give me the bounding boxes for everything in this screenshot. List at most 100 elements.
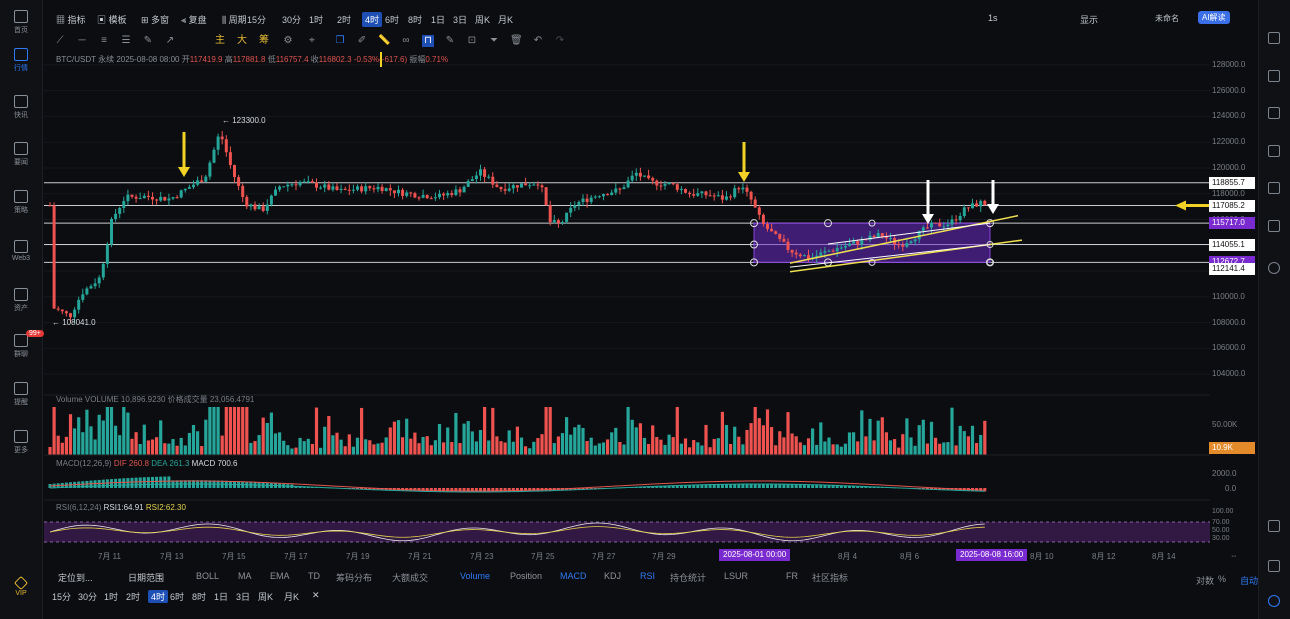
rail-item-0[interactable]: 首页 xyxy=(0,10,42,35)
period-option[interactable]: 4时 xyxy=(148,590,169,603)
target-icon[interactable] xyxy=(1268,262,1280,274)
magnet-tool-icon[interactable]: ⊓ xyxy=(422,35,434,47)
scale-option[interactable]: 自动 xyxy=(1240,574,1258,587)
period-option[interactable]: 6时 xyxy=(170,590,184,603)
period-option[interactable]: 15分 xyxy=(52,590,71,603)
topbar-item-3[interactable]: ⫷ 复盘 xyxy=(181,13,207,26)
topbar-item-13[interactable]: 3日 xyxy=(453,13,467,26)
period-option[interactable]: 30分 xyxy=(78,590,97,603)
scale-option[interactable]: % xyxy=(1218,574,1226,584)
indicator-tab-td[interactable]: TD xyxy=(308,571,320,581)
chip-tool-icon[interactable]: 筹 xyxy=(258,35,270,47)
trend-icon[interactable] xyxy=(1268,107,1280,119)
redo-tool-icon[interactable]: ↷ xyxy=(554,35,566,47)
parallel-tool-icon[interactable]: ≡ xyxy=(98,35,110,47)
close-icon[interactable]: ✕ xyxy=(312,590,320,601)
lock-tool-icon[interactable]: ⊡ xyxy=(466,35,478,47)
locate-button[interactable]: 定位到... xyxy=(58,571,93,584)
compare-tool-icon[interactable]: ∞ xyxy=(400,35,412,47)
rail-item-1[interactable]: 行情 xyxy=(0,48,42,73)
rail-item-7[interactable]: 群聊 99+ xyxy=(0,330,44,359)
indicator-tab-kdj[interactable]: KDJ xyxy=(604,571,621,581)
period-option[interactable]: 月K xyxy=(284,590,299,603)
indicator-tab-position[interactable]: Position xyxy=(510,571,542,581)
rail-item-9[interactable]: 更多 xyxy=(0,430,42,455)
period-option[interactable]: 1时 xyxy=(104,590,118,603)
topbar-item-7[interactable]: 1时 xyxy=(309,13,323,26)
delete-tool-icon[interactable]: 🗑 xyxy=(510,35,523,47)
display-button[interactable]: 显示 xyxy=(1080,13,1098,26)
topbar-item-8[interactable]: 2时 xyxy=(337,13,351,26)
filter-tool-icon[interactable]: ⏷ xyxy=(488,35,500,47)
volume-bar xyxy=(663,444,667,455)
rail-item-8[interactable]: 提醒 xyxy=(0,382,42,407)
trendline-tool-icon[interactable]: ⟋ xyxy=(54,35,66,47)
indicator-tab-lsur[interactable]: LSUR xyxy=(724,571,748,581)
pin-tool-icon[interactable]: ⌖ xyxy=(306,35,318,47)
brush-tool-icon[interactable]: ✎ xyxy=(142,35,154,47)
fib-tool-icon[interactable]: ☰ xyxy=(120,35,132,47)
topbar-item-0[interactable]: ▦ 指标 xyxy=(56,13,86,26)
layers-icon[interactable] xyxy=(1268,182,1280,194)
scale-option[interactable]: 对数 xyxy=(1196,574,1214,587)
hline-tool-icon[interactable]: ─ xyxy=(76,35,88,47)
ray-tool-icon[interactable]: ↗ xyxy=(164,35,176,47)
rail-item-6[interactable]: 资产 xyxy=(0,288,42,313)
topbar-item-6[interactable]: 30分 xyxy=(282,13,301,26)
indicator-tab-rsi[interactable]: RSI xyxy=(640,571,655,581)
indicator-tab-macd[interactable]: MACD xyxy=(560,571,587,581)
indicator-tab-持仓统计[interactable]: 持仓统计 xyxy=(670,571,706,584)
indicator-tab-社区指标[interactable]: 社区指标 xyxy=(812,571,848,584)
period-option[interactable]: 周K xyxy=(258,590,273,603)
settings-tool-icon[interactable]: ⚙ xyxy=(282,35,294,47)
rail-item-3[interactable]: 要闻 xyxy=(0,142,42,167)
support-icon[interactable] xyxy=(1268,595,1280,607)
book-icon[interactable] xyxy=(1268,560,1280,572)
undo-tool-icon[interactable]: ↶ xyxy=(532,35,544,47)
indicator-tab-ma[interactable]: MA xyxy=(238,571,252,581)
topbar-item-4[interactable]: ⫼ 周期 xyxy=(222,13,247,26)
topbar-item-12[interactable]: 1日 xyxy=(431,13,445,26)
price-chart[interactable] xyxy=(44,52,1210,548)
indicator-tab-ema[interactable]: EMA xyxy=(270,571,290,581)
pencil-tool-icon[interactable]: ✐ xyxy=(356,35,368,47)
list-icon[interactable] xyxy=(1268,220,1280,232)
copy-tool-icon[interactable]: ❐ xyxy=(334,35,346,47)
account-name[interactable]: 未命名 xyxy=(1155,13,1179,24)
main-tool-icon[interactable]: 主 xyxy=(214,35,226,47)
indicator-tab-大额成交[interactable]: 大额成交 xyxy=(392,571,428,584)
candle-body xyxy=(81,294,85,300)
indicator-tab-fr[interactable]: FR xyxy=(786,571,798,581)
indicator-tab-筹码分布[interactable]: 筹码分布 xyxy=(336,571,372,584)
topbar-item-10[interactable]: 6时 xyxy=(385,13,399,26)
ruler-tool-icon[interactable]: 📏 xyxy=(378,35,390,47)
big-tool-icon[interactable]: 大 xyxy=(236,35,248,47)
candle-body xyxy=(798,254,802,257)
topbar-item-1[interactable]: ▣ 模板 xyxy=(97,13,127,26)
topbar-item-5[interactable]: 15分 xyxy=(247,13,266,26)
rail-item-2[interactable]: 快讯 xyxy=(0,95,42,120)
topbar-item-15[interactable]: 月K xyxy=(498,13,513,26)
doc-icon[interactable] xyxy=(1268,32,1280,44)
message-icon[interactable] xyxy=(1268,145,1280,157)
grid-icon[interactable] xyxy=(1268,520,1280,532)
interval-1s[interactable]: 1s xyxy=(988,13,998,23)
topbar-item-2[interactable]: ⊞ 多窗 xyxy=(141,13,169,26)
period-option[interactable]: 1日 xyxy=(214,590,228,603)
axis-toggle-icon[interactable]: ⇔ xyxy=(1230,551,1238,560)
period-option[interactable]: 2时 xyxy=(126,590,140,603)
close-box-icon[interactable] xyxy=(1268,70,1280,82)
topbar-item-9[interactable]: 4时 xyxy=(362,12,383,27)
topbar-item-11[interactable]: 8时 xyxy=(408,13,422,26)
rail-item-10[interactable]: VIP xyxy=(0,575,42,597)
date-range-button[interactable]: 日期范围 xyxy=(128,571,164,584)
rail-item-4[interactable]: 策略 xyxy=(0,190,42,215)
edit-tool-icon[interactable]: ✎ xyxy=(444,35,456,47)
topbar-item-14[interactable]: 周K xyxy=(475,13,490,26)
rail-item-5[interactable]: Web3 xyxy=(0,240,42,262)
period-option[interactable]: 3日 xyxy=(236,590,250,603)
indicator-tab-boll[interactable]: BOLL xyxy=(196,571,219,581)
indicator-tab-volume[interactable]: Volume xyxy=(460,571,490,581)
ai-button[interactable]: AI解读 xyxy=(1198,11,1230,24)
period-option[interactable]: 8时 xyxy=(192,590,206,603)
